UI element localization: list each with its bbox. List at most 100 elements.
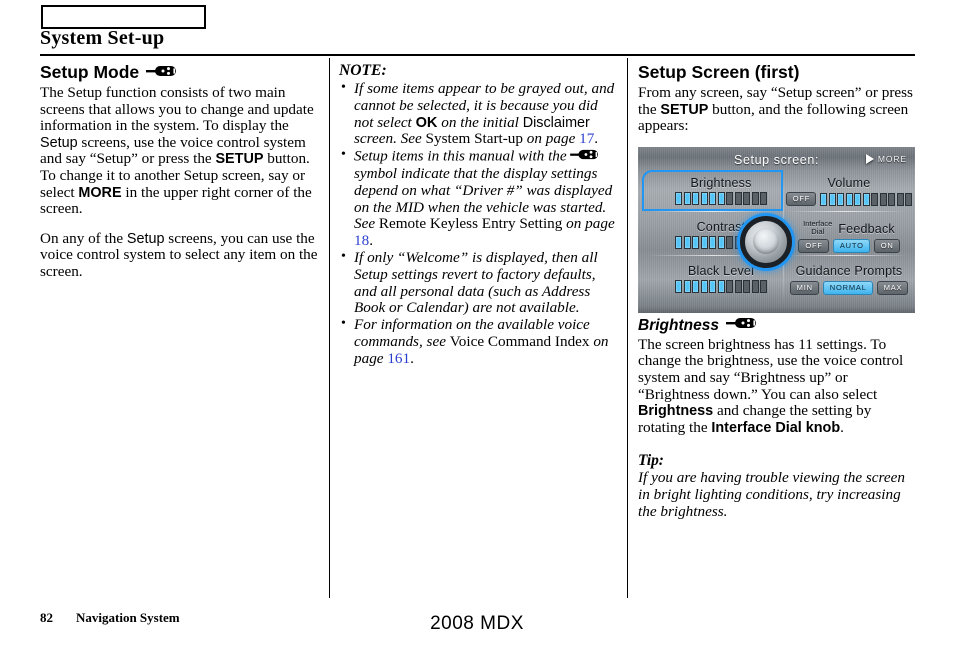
intro-setup-button: SETUP (660, 101, 709, 118)
note-item-3: If only “Welcome” is displayed, then all… (339, 249, 619, 317)
meter-segment (837, 192, 845, 206)
meter-segment (871, 192, 879, 206)
meter-segment (675, 236, 682, 249)
nav-cell-feedback-label: Feedback (838, 222, 895, 236)
meter-segment (717, 192, 725, 205)
meter-segment (683, 236, 691, 249)
n2-c: on page (562, 215, 615, 233)
feedback-option-off[interactable]: OFF (798, 239, 829, 253)
p1-setup: Setup (40, 134, 78, 151)
meter-segment (683, 192, 691, 205)
tip-heading: Tip: (638, 452, 664, 470)
interface-dial-label-line2: Dial (811, 227, 825, 236)
meter-segment (862, 192, 870, 206)
column-one: Setup Mode The Setup function consists o… (40, 62, 318, 281)
meter-segment (700, 236, 708, 249)
key-fob-icon (725, 316, 758, 336)
n1-d: on page (523, 130, 580, 148)
guidance-option-min[interactable]: MIN (789, 281, 819, 295)
note-heading: NOTE: (339, 62, 387, 79)
nav-cell-brightness-label: Brightness (690, 176, 752, 190)
meter-segment (896, 192, 904, 206)
note-item-2: Setup items in this manual with the symb… (339, 147, 619, 250)
p2-setup: Setup (126, 230, 165, 247)
feedback-option-on[interactable]: ON (873, 239, 900, 253)
n4-c: . (410, 349, 414, 367)
p1-more: MORE (78, 184, 122, 201)
meter-segment (760, 280, 767, 293)
note-list: If some items appear to be grayed out, a… (339, 80, 619, 368)
meter-segment (675, 192, 682, 205)
feedback-option-auto[interactable]: AUTO (832, 239, 870, 253)
nav-cell-feedback[interactable]: Interface Dial Feedback OFF AUTO ON (788, 220, 910, 253)
meter-segment (692, 236, 699, 249)
setup-screen-heading-label: Setup Screen (first) (638, 62, 800, 82)
more-button[interactable]: MORE (865, 154, 907, 164)
guidance-options: MIN NORMAL MAX (788, 281, 910, 295)
guidance-option-max[interactable]: MAX (876, 281, 909, 295)
interface-dial-label: Interface Dial (803, 220, 832, 236)
b-brightness: Brightness (638, 403, 714, 420)
meter-segment (726, 236, 733, 249)
nav-cell-volume-label: Volume (827, 176, 871, 190)
column-divider-2 (627, 58, 628, 598)
meter-segment (751, 192, 759, 205)
setup-mode-paragraph-1: The Setup function consists of two main … (40, 84, 318, 218)
nav-cell-volume[interactable]: Volume OFF (785, 176, 913, 206)
b-a: The screen brightness has 11 settings. T… (638, 335, 904, 403)
setup-screen-heading: Setup Screen (first) (638, 62, 916, 83)
n2-d: . (369, 232, 373, 250)
meter-segment (700, 280, 708, 293)
n1-ok: OK (415, 114, 438, 131)
n1-c: screen. See (354, 130, 426, 148)
n1-page-ref[interactable]: 17 (579, 130, 594, 147)
key-fob-icon (570, 148, 600, 166)
brightness-paragraph: The screen brightness has 11 settings. T… (638, 335, 916, 437)
brightness-meter[interactable] (646, 192, 796, 205)
tip-paragraph: If you are having trouble viewing the sc… (638, 469, 905, 520)
nav-cell-black-level[interactable]: Black Level (646, 264, 796, 293)
n2-a: Setup items in this manual with the (354, 147, 571, 165)
feedback-options: OFF AUTO ON (788, 239, 910, 253)
meter-segment (734, 280, 742, 293)
brightness-heading-label: Brightness (638, 316, 719, 334)
setup-mode-heading: Setup Mode (40, 62, 318, 83)
meter-segment (709, 280, 716, 293)
meter-segment (751, 280, 759, 293)
meter-segment (888, 192, 896, 206)
n1-system-startup: System Start-up (425, 130, 523, 148)
nav-cell-guidance-prompts[interactable]: Guidance Prompts MIN NORMAL MAX (788, 264, 910, 295)
meter-segment (726, 280, 733, 293)
guidance-option-normal[interactable]: NORMAL (822, 281, 873, 295)
column-two: NOTE: If some items appear to be grayed … (339, 62, 619, 368)
p1-a: The Setup function consists of two main … (40, 84, 314, 135)
meter-segment (726, 192, 733, 205)
meter-segment (675, 280, 682, 293)
setup-mode-heading-label: Setup Mode (40, 62, 140, 82)
key-fob-icon (146, 62, 178, 83)
n2-page-ref[interactable]: 18 (354, 232, 369, 249)
meter-segment (845, 192, 853, 206)
page-title: System Set-up (40, 27, 165, 49)
meter-segment (760, 192, 767, 205)
p2-a: On any of the (40, 229, 127, 247)
more-button-label: MORE (877, 154, 907, 164)
meter-segment (828, 192, 836, 206)
meter-segment (709, 192, 716, 205)
meter-segment (692, 192, 699, 205)
meter-segment (743, 192, 750, 205)
b-interface-dial-knob: Interface Dial knob (711, 419, 841, 436)
meter-segment (717, 236, 725, 249)
n4-page-ref[interactable]: 161 (387, 350, 410, 367)
volume-meter[interactable] (820, 192, 913, 206)
black-level-meter[interactable] (646, 280, 796, 293)
note-item-1: If some items appear to be grayed out, a… (339, 80, 619, 148)
feedback-label-row: Interface Dial Feedback (788, 220, 910, 237)
meter-segment (905, 192, 913, 206)
meter-segment (820, 192, 828, 206)
nav-cell-guidance-label: Guidance Prompts (795, 264, 903, 278)
nav-cell-brightness[interactable]: Brightness (646, 176, 796, 205)
interface-dial-knob-icon[interactable] (740, 216, 792, 268)
volume-off-button[interactable]: OFF (785, 192, 817, 206)
setup-mode-paragraph-2: On any of the Setup screens, you can use… (40, 229, 318, 281)
